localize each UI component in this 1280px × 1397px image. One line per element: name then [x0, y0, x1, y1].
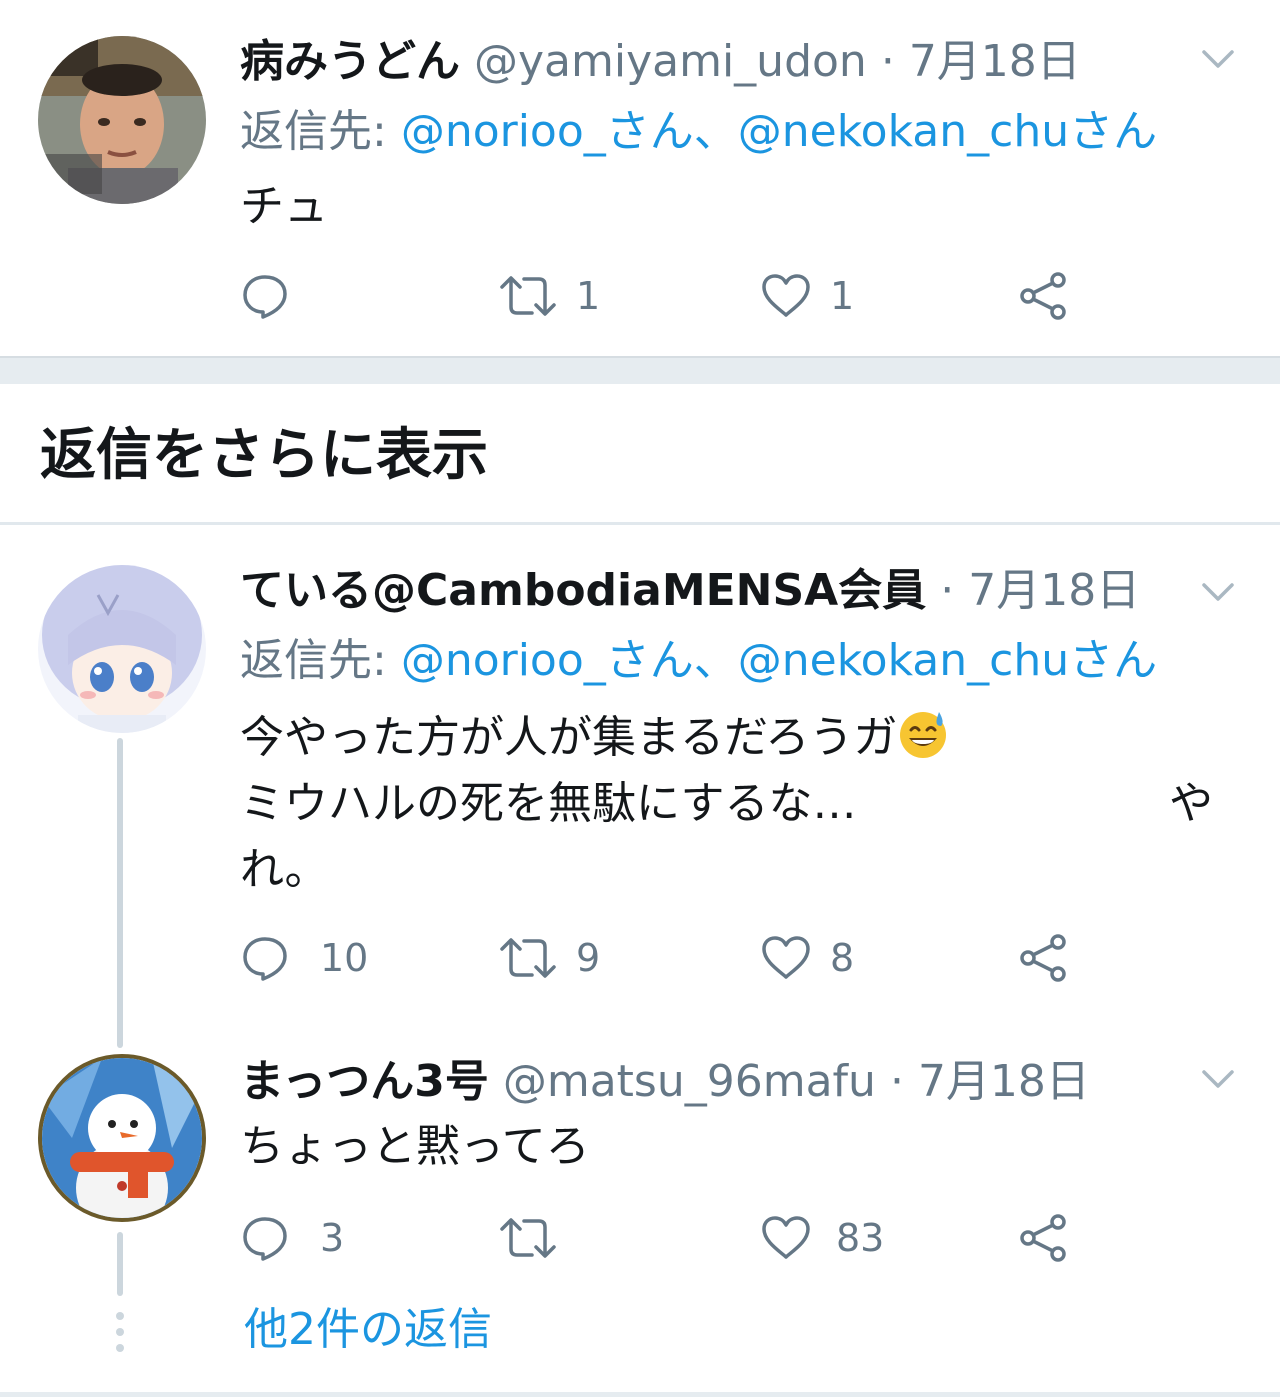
chevron-down-icon[interactable]: [1198, 577, 1238, 607]
retweet-icon: [500, 938, 556, 978]
replying-to: 返信先: @norioo_さん、@nekokan_chuさん: [240, 633, 1157, 689]
like-icon: [762, 274, 810, 317]
share-icon: [1020, 1214, 1066, 1262]
tweet-1[interactable]: 病みうどん @yamiyami_udon · 7月18日 返信先: @norio…: [0, 0, 1280, 356]
tweet-text: 今やった方が人が集まるだろうガ ミウハルの死を無駄にするな… や れ。: [240, 705, 1225, 903]
tweet-text-line: 今やった方が人が集まるだろうガ: [240, 705, 1225, 771]
reply-button[interactable]: 3: [240, 1208, 344, 1268]
thread-dot: [116, 1328, 124, 1336]
like-button[interactable]: 83: [760, 1208, 884, 1268]
tweet-text: ちょっと黙ってろ: [240, 1121, 590, 1172]
retweet-count: 9: [576, 936, 601, 980]
avatar-matsu-96mafu[interactable]: [38, 1054, 206, 1222]
reply-button[interactable]: 10: [240, 928, 368, 988]
reply-to-prefix: 返信先:: [240, 635, 401, 686]
chevron-down-icon[interactable]: [1198, 1064, 1238, 1094]
tweet-text-line2: ミウハルの死を無駄にするな…: [240, 778, 857, 829]
other-replies-link[interactable]: 他2件の返信: [244, 1300, 492, 1360]
tweet-2[interactable]: ている@CambodiaMENSA会員 · 7月18日 返信先: @norioo…: [0, 525, 1280, 1025]
like-button[interactable]: 1: [760, 266, 854, 326]
tweet-header: まっつん3号 @matsu_96mafu · 7月18日: [240, 1054, 1090, 1110]
avatar-teiru[interactable]: [38, 565, 206, 733]
share-button[interactable]: [1018, 928, 1070, 988]
show-more-replies-link[interactable]: 返信をさらに表示: [40, 420, 488, 492]
retweet-count: 1: [576, 274, 601, 318]
replying-to: 返信先: @norioo_さん、@nekokan_chuさん: [240, 104, 1157, 160]
separator: ·: [880, 36, 895, 87]
reply-icon: [243, 1217, 287, 1261]
like-count: 1: [830, 274, 855, 318]
tweet-text-line1: 今やった方が人が集まるだろうガ: [240, 712, 898, 763]
thread-dot: [116, 1312, 124, 1320]
reply-button[interactable]: [240, 266, 308, 326]
display-name[interactable]: ている@CambodiaMENSA会員: [240, 565, 926, 616]
like-count: 83: [836, 1216, 885, 1260]
retweet-button[interactable]: 1: [498, 266, 600, 326]
tweet-text-line2-end: や: [1169, 778, 1213, 829]
display-name[interactable]: まっつん3号: [240, 1056, 489, 1107]
sweat-smile-emoji: [900, 712, 947, 758]
share-icon: [1020, 934, 1066, 982]
mention-nekokan-chu[interactable]: @nekokan_chuさん: [738, 635, 1157, 686]
retweet-button[interactable]: 9: [498, 928, 600, 988]
like-icon: [762, 1216, 810, 1259]
tweet-text: チュ: [240, 181, 328, 232]
tweet-header: 病みうどん @yamiyami_udon · 7月18日: [240, 34, 1081, 90]
reply-count: 3: [320, 1216, 345, 1260]
like-button[interactable]: 8: [760, 928, 854, 988]
avatar-yamiyami-udon[interactable]: [38, 36, 206, 204]
mention-norioo[interactable]: @norioo_さん: [401, 635, 694, 686]
mention-separator: 、: [693, 106, 738, 157]
tweet-actions: 10 9 8: [240, 928, 1140, 988]
user-handle[interactable]: @matsu_96mafu: [503, 1056, 876, 1107]
tweet-date[interactable]: 7月18日: [909, 36, 1081, 87]
tweet-date[interactable]: 7月18日: [918, 1056, 1090, 1107]
tweet-date[interactable]: 7月18日: [968, 565, 1140, 616]
share-button[interactable]: [1018, 266, 1070, 326]
separator: ·: [940, 565, 955, 616]
thread-dot: [116, 1344, 124, 1352]
user-handle[interactable]: @yamiyami_udon: [474, 36, 867, 87]
display-name[interactable]: 病みうどん: [240, 36, 460, 87]
chevron-down-icon[interactable]: [1198, 44, 1238, 74]
mention-norioo[interactable]: @norioo_さん: [401, 106, 694, 157]
reply-count: 10: [320, 936, 369, 980]
reply-icon: [243, 275, 287, 319]
tweet-header: ている@CambodiaMENSA会員 · 7月18日: [240, 563, 1140, 619]
bottom-divider: [0, 1392, 1280, 1397]
tweet-actions: 3 83: [240, 1208, 1140, 1268]
tweet-text-line: れ。: [240, 844, 329, 895]
tweet-text-line: ミウハルの死を無駄にするな… や: [240, 771, 1225, 837]
retweet-icon: [500, 276, 556, 316]
like-icon: [762, 936, 810, 979]
mention-separator: 、: [693, 635, 738, 686]
share-icon: [1020, 272, 1066, 320]
like-count: 8: [830, 936, 855, 980]
retweet-button[interactable]: [498, 1208, 576, 1268]
share-button[interactable]: [1018, 1208, 1070, 1268]
tweet-3[interactable]: まっつん3号 @matsu_96mafu · 7月18日 ちょっと黙ってろ 3 …: [0, 1030, 1280, 1290]
retweet-icon: [500, 1218, 556, 1258]
separator: ·: [889, 1056, 904, 1107]
section-divider: [0, 356, 1280, 384]
mention-nekokan-chu[interactable]: @nekokan_chuさん: [738, 106, 1157, 157]
reply-icon: [243, 937, 287, 981]
reply-to-prefix: 返信先:: [240, 106, 401, 157]
tweet-actions: 1 1: [240, 266, 1140, 326]
